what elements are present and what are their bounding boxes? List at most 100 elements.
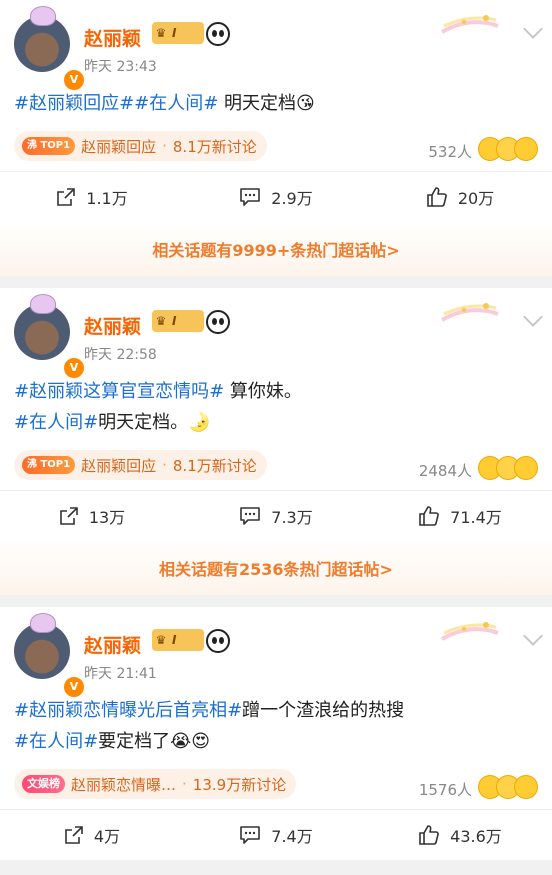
hashtag-link[interactable]: #在人间# <box>14 731 98 752</box>
hot-badge: TOP1 <box>40 459 71 470</box>
share-button[interactable]: 4万 <box>0 810 184 860</box>
like-icon <box>419 506 440 526</box>
chevron-down-icon[interactable] <box>523 626 543 646</box>
comment-button[interactable]: 7.3万 <box>184 491 368 541</box>
post-header: V 赵丽颖 ♛ I 昨天 22:58 <box>0 288 552 380</box>
author-name[interactable]: 赵丽颖 <box>84 24 141 51</box>
emoji-face-icon <box>514 137 538 161</box>
reaction-emoji-icons[interactable] <box>478 137 540 161</box>
member-level: I <box>172 26 177 40</box>
hot-topic-pill[interactable]: 文娱榜 赵丽颖恋情曝… · 13.9万新讨论 <box>14 769 297 799</box>
post-time: 昨天 22:58 <box>84 347 157 363</box>
card-decoration-icon <box>440 619 500 645</box>
author-name[interactable]: 赵丽颖 <box>84 631 141 658</box>
comment-icon <box>240 188 261 206</box>
emoji-face-icon <box>514 456 538 480</box>
share-count: 13万 <box>88 508 126 527</box>
verified-badge-icon: V <box>62 356 86 380</box>
post-divider <box>0 595 552 607</box>
crown-icon: ♛ <box>155 633 167 647</box>
separator-dot: · <box>162 456 167 474</box>
share-count: 1.1万 <box>86 189 128 208</box>
like-button[interactable]: 71.4万 <box>368 491 552 541</box>
text-segment: 蹭一个渣浪给的热搜 <box>242 700 405 721</box>
related-topics-link[interactable]: 相关话题有9999+条热门超话帖> <box>0 222 552 276</box>
hot-prefix: 沸 <box>27 459 37 470</box>
comment-count: 7.3万 <box>271 508 313 527</box>
share-button[interactable]: 13万 <box>0 491 184 541</box>
chevron-down-icon[interactable] <box>523 307 543 327</box>
separator-dot: · <box>162 137 167 155</box>
hot-topic-pill[interactable]: 沸 TOP1 赵丽颖回应 · 8.1万新讨论 <box>14 450 267 480</box>
like-count: 20万 <box>457 189 495 208</box>
comment-icon <box>240 507 261 525</box>
hashtag-link[interactable]: #赵丽颖回应##在人间# <box>14 93 218 114</box>
hot-prefix: 沸 <box>27 140 37 151</box>
hot-topic-row: 沸 TOP1 赵丽颖回应 · 8.1万新讨论 2484人 <box>0 438 552 490</box>
text-segment: 算你妹。 <box>224 381 302 402</box>
author-name[interactable]: 赵丽颖 <box>84 312 141 339</box>
hot-topic-title: 赵丽颖回应 <box>81 137 157 156</box>
comment-button[interactable]: 7.4万 <box>184 810 368 860</box>
like-button[interactable]: 43.6万 <box>368 810 552 860</box>
member-badge[interactable]: ♛ I <box>152 22 204 44</box>
post-time: 昨天 21:41 <box>84 666 157 682</box>
comment-button[interactable]: 2.9万 <box>184 172 368 222</box>
card-decoration-icon <box>440 300 500 326</box>
avatar[interactable]: V <box>14 613 86 699</box>
panda-icon <box>206 629 230 653</box>
avatar-hat <box>30 613 56 633</box>
like-count: 43.6万 <box>450 827 502 846</box>
comment-count: 7.4万 <box>271 827 313 846</box>
card-decoration-icon <box>440 12 500 38</box>
text-line: #赵丽颖恋情曝光后首亮相#蹭一个渣浪给的热搜 <box>14 695 538 726</box>
hot-badge: TOP1 <box>40 140 71 151</box>
hot-topic-title: 赵丽颖恋情曝… <box>71 775 177 794</box>
like-button[interactable]: 20万 <box>368 172 552 222</box>
member-badge[interactable]: ♛ I <box>152 629 204 651</box>
hashtag-link[interactable]: #在人间# <box>14 412 98 433</box>
comment-icon <box>240 826 261 844</box>
verified-badge-icon: V <box>62 68 86 92</box>
text-segment: 明天定档。🌛 <box>98 412 211 433</box>
member-badge[interactable]: ♛ I <box>152 310 204 332</box>
action-bar: 13万 7.3万 71.4万 <box>0 490 552 541</box>
hot-topic-count: 13.9万新讨论 <box>192 775 287 794</box>
like-icon <box>427 187 447 207</box>
weibo-feed: V 赵丽颖 ♛ I 昨天 23:43 #赵丽颖回应##在人间# 明天定档😘 沸 TOP1 赵丽… <box>0 0 552 860</box>
post-divider <box>0 276 552 288</box>
avatar[interactable]: V <box>14 6 86 92</box>
reaction-emoji-icons[interactable] <box>478 456 540 480</box>
weibo-post: V 赵丽颖 ♛ I 昨天 23:43 #赵丽颖回应##在人间# 明天定档😘 沸 TOP1 赵丽… <box>0 0 552 276</box>
reaction-emoji-icons[interactable] <box>478 775 540 799</box>
text-line: #在人间#要定档了😭😍 <box>14 726 538 757</box>
hot-rank-icon: 文娱榜 <box>22 775 65 793</box>
like-count: 71.4万 <box>450 508 502 527</box>
panda-icon <box>206 310 230 334</box>
post-time: 昨天 23:43 <box>84 59 157 75</box>
hot-topic-row: 文娱榜 赵丽颖恋情曝… · 13.9万新讨论 1576人 <box>0 757 552 809</box>
related-topics-link[interactable]: 相关话题有2536条热门超话帖> <box>0 541 552 595</box>
weibo-post: V 赵丽颖 ♛ I 昨天 21:41 #赵丽颖恋情曝光后首亮相#蹭一个渣浪给的热搜 #在人间… <box>0 607 552 860</box>
hot-rank-icon: 沸 TOP1 <box>22 137 76 155</box>
member-level: I <box>172 633 177 647</box>
share-button[interactable]: 1.1万 <box>0 172 184 222</box>
action-bar: 4万 7.4万 43.6万 <box>0 809 552 860</box>
avatar[interactable]: V <box>14 294 86 380</box>
verified-badge-icon: V <box>62 675 86 699</box>
hashtag-link[interactable]: #赵丽颖恋情曝光后首亮相# <box>14 700 242 721</box>
post-text: #赵丽颖这算官宣恋情吗# 算你妹。 #在人间#明天定档。🌛 <box>0 368 552 438</box>
post-header: V 赵丽颖 ♛ I 昨天 21:41 <box>0 607 552 699</box>
crown-icon: ♛ <box>155 314 167 328</box>
chevron-down-icon[interactable] <box>523 19 543 39</box>
post-header: V 赵丽颖 ♛ I 昨天 23:43 <box>0 0 552 92</box>
hot-topic-pill[interactable]: 沸 TOP1 赵丽颖回应 · 8.1万新讨论 <box>14 131 267 161</box>
text-segment: 要定档了😭😍 <box>98 731 210 752</box>
avatar-hat <box>30 6 56 26</box>
member-level: I <box>172 314 177 328</box>
text-line: #在人间#明天定档。🌛 <box>14 407 538 438</box>
separator-dot: · <box>182 775 187 793</box>
reaction-count: 2484人 <box>418 462 472 480</box>
hashtag-link[interactable]: #赵丽颖这算官宣恋情吗# <box>14 381 224 402</box>
text-line: #赵丽颖回应##在人间# 明天定档😘 <box>14 88 538 119</box>
